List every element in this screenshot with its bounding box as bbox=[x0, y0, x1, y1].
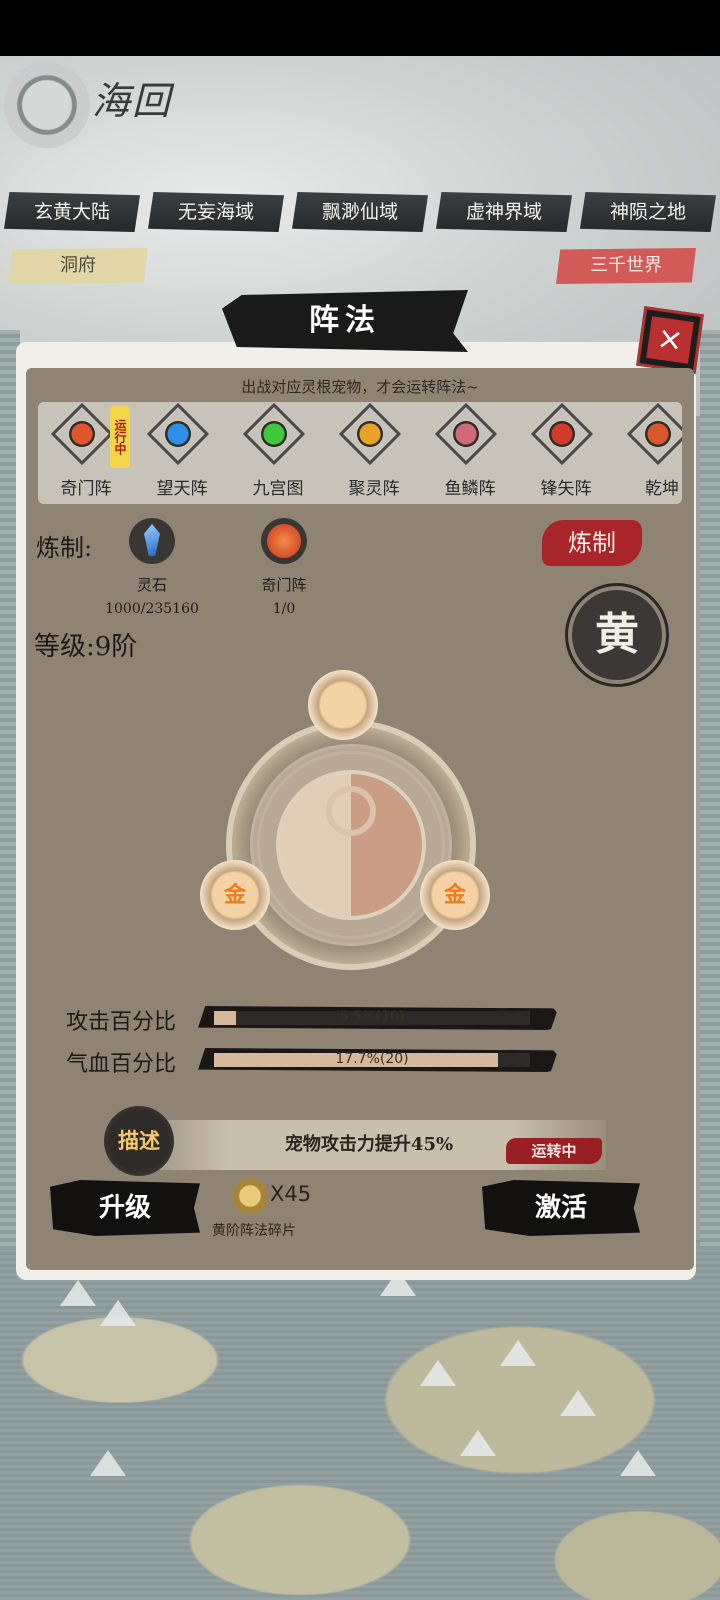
world-map bbox=[0, 1240, 720, 1600]
material-formation: 奇门阵 1/0 bbox=[224, 518, 344, 617]
node-element-label: 金 bbox=[443, 882, 466, 908]
formation-icon bbox=[242, 402, 306, 466]
status-bar bbox=[0, 0, 720, 56]
region-tab-4[interactable]: 虚神界域 bbox=[436, 192, 572, 232]
formation-icon bbox=[530, 402, 594, 466]
formation-item[interactable]: 乾坤 bbox=[614, 402, 682, 504]
grade-badge: 黄 bbox=[572, 590, 662, 680]
mountain-icon bbox=[560, 1390, 596, 1416]
mountain-icon bbox=[100, 1300, 136, 1326]
yin-yang-icon bbox=[276, 770, 426, 920]
close-icon: × bbox=[646, 316, 694, 364]
material-spirit-stone: 灵石 1000/235160 bbox=[92, 518, 212, 617]
craft-label: 炼制: bbox=[36, 534, 93, 562]
page-title: 阵法 bbox=[222, 290, 468, 352]
formation-icon bbox=[626, 402, 682, 466]
attack-percent-value: 5.5%(10) bbox=[339, 1009, 405, 1025]
formation-label: 望天阵 bbox=[156, 479, 208, 499]
formation-label: 聚灵阵 bbox=[348, 479, 400, 499]
mountain-icon bbox=[460, 1430, 496, 1456]
formation-icon bbox=[338, 402, 402, 466]
formation-item[interactable]: 运行中 奇门阵 bbox=[38, 402, 134, 504]
hp-percent-value: 17.7%(20) bbox=[335, 1051, 409, 1067]
hp-percent-label: 气血百分比 bbox=[66, 1052, 177, 1077]
material-count: 1/0 bbox=[272, 601, 296, 617]
formation-item[interactable]: 聚灵阵 bbox=[326, 402, 422, 504]
fragment-name: 黄阶阵法碎片 bbox=[212, 1223, 296, 1239]
close-button[interactable]: × bbox=[636, 306, 704, 374]
spirit-stone-icon bbox=[129, 518, 175, 564]
attack-percent-label: 攻击百分比 bbox=[66, 1010, 177, 1035]
formation-item[interactable]: 望天阵 bbox=[134, 402, 230, 504]
formation-item[interactable]: 锋矢阵 bbox=[518, 402, 614, 504]
description-badge: 描述 bbox=[104, 1106, 174, 1176]
region-tab-1[interactable]: 玄黄大陆 bbox=[4, 192, 140, 232]
formation-label: 乾坤 bbox=[645, 479, 679, 499]
formation-label: 奇门阵 bbox=[60, 479, 112, 499]
mountain-icon bbox=[90, 1450, 126, 1476]
panel-content: 出战对应灵根宠物，才会运转阵法~ 运行中 奇门阵 望天阵 九宫图 聚灵阵 鱼鳞阵… bbox=[26, 368, 694, 1270]
region-tab-3[interactable]: 飘渺仙域 bbox=[292, 192, 428, 232]
hp-percent-bar: 17.7%(20) bbox=[198, 1048, 558, 1072]
formation-diagram: 金 金 bbox=[176, 660, 536, 1000]
formation-label: 鱼鳞阵 bbox=[444, 479, 496, 499]
slot-node-right[interactable]: 金 bbox=[420, 860, 490, 930]
logo-text: 海回 bbox=[92, 79, 173, 123]
formation-label: 锋矢阵 bbox=[540, 479, 592, 499]
cave-tab[interactable]: 洞府 bbox=[8, 248, 148, 284]
fragment-coin-icon bbox=[232, 1178, 268, 1214]
slot-node-left[interactable]: 金 bbox=[200, 860, 270, 930]
formation-item[interactable]: 九宫图 bbox=[230, 402, 326, 504]
material-count: 1000/235160 bbox=[105, 601, 199, 617]
activate-button[interactable]: 激活 bbox=[482, 1180, 640, 1236]
map-edge-right bbox=[700, 330, 720, 1250]
running-status-tag: 运转中 bbox=[506, 1138, 602, 1164]
formation-item[interactable]: 鱼鳞阵 bbox=[422, 402, 518, 504]
dragon-icon bbox=[261, 518, 307, 564]
level-label: 等级:9阶 bbox=[34, 632, 138, 662]
formation-icon bbox=[434, 402, 498, 466]
region-tabs: 玄黄大陆 无妄海域 飘渺仙域 虚神界域 神陨之地 bbox=[0, 192, 720, 236]
material-name: 灵石 bbox=[136, 576, 167, 594]
region-tab-2[interactable]: 无妄海域 bbox=[148, 192, 284, 232]
material-name: 奇门阵 bbox=[261, 576, 307, 594]
world-tab[interactable]: 三千世界 bbox=[556, 248, 696, 284]
node-element-label: 金 bbox=[223, 882, 246, 908]
region-tab-5[interactable]: 神陨之地 bbox=[580, 192, 716, 232]
fragment-count: X45 bbox=[270, 1182, 312, 1206]
formation-icon bbox=[50, 402, 114, 466]
mountain-icon bbox=[620, 1450, 656, 1476]
logo-emblem-icon bbox=[4, 62, 90, 148]
formation-icon bbox=[146, 402, 210, 466]
mountain-icon bbox=[500, 1340, 536, 1366]
game-logo: 海回 bbox=[0, 58, 190, 168]
formation-list: 运行中 奇门阵 望天阵 九宫图 聚灵阵 鱼鳞阵 锋矢阵 乾坤 bbox=[38, 402, 682, 504]
formation-label: 九宫图 bbox=[252, 479, 304, 499]
upgrade-button[interactable]: 升级 bbox=[50, 1180, 200, 1236]
mountain-icon bbox=[60, 1280, 96, 1306]
attack-percent-bar: 5.5%(10) bbox=[198, 1006, 558, 1030]
running-tag: 运行中 bbox=[110, 406, 130, 468]
slot-node-top[interactable] bbox=[308, 670, 378, 740]
mountain-icon bbox=[420, 1360, 456, 1386]
craft-button[interactable]: 炼制 bbox=[542, 520, 642, 566]
hint-text: 出战对应灵根宠物，才会运转阵法~ bbox=[241, 378, 479, 396]
